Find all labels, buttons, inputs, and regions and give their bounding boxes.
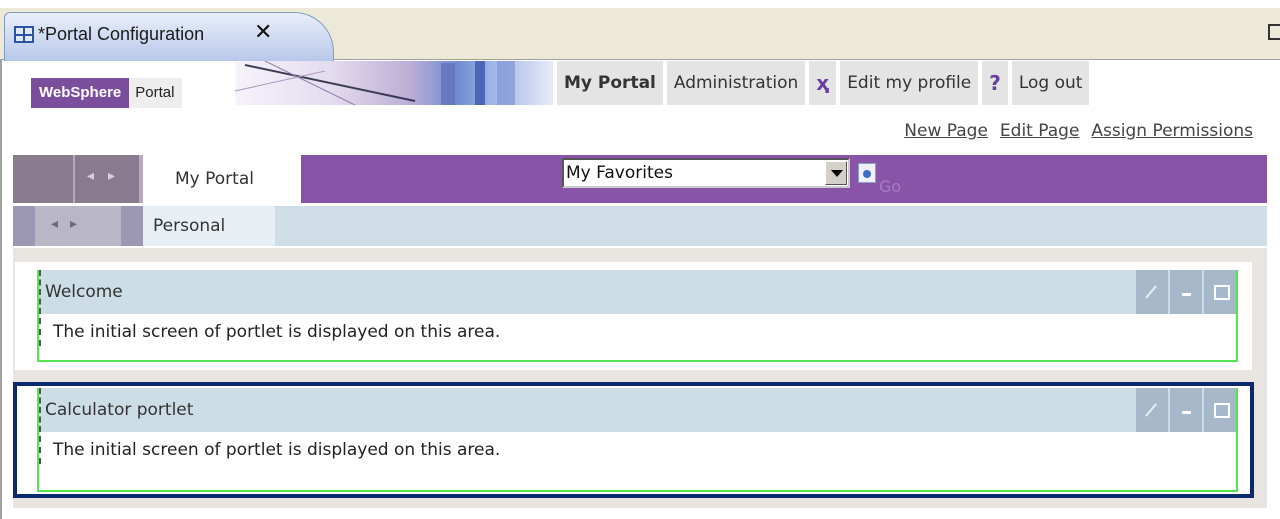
portlet-title: Welcome <box>45 282 123 302</box>
portal-header: WebSphere Portal My Portal Administratio… <box>13 61 1267 151</box>
portlet-body-text: The initial screen of portlet is display… <box>39 318 500 346</box>
portlet-body-text: The initial screen of portlet is display… <box>39 436 500 464</box>
help-icon[interactable]: ? <box>989 71 1001 95</box>
go-icon[interactable] <box>858 163 876 183</box>
wrench-icon-cell[interactable]: ҳ <box>809 61 837 105</box>
arrows-block-right <box>121 206 143 246</box>
editor-tab-title: *Portal Configuration <box>38 24 205 44</box>
sub-navigation-bar: ◂▸ Personal <box>13 206 1267 246</box>
top-navigation: My Portal Administration ҳ Edit my profi… <box>553 61 1090 105</box>
websphere-portal-logo: WebSphere Portal <box>31 78 183 108</box>
arrows-separator <box>73 155 75 203</box>
subpage-scroll-arrows[interactable]: ◂▸ <box>13 206 143 246</box>
portlet-title-bar: Calculator portlet <box>39 388 1236 432</box>
tab-personal[interactable]: Personal <box>143 206 275 246</box>
favorites-select[interactable]: My Favorites <box>562 158 850 188</box>
editor-tab-strip: *Portal Configuration ✕ <box>0 0 1280 61</box>
assign-permissions-link[interactable]: Assign Permissions <box>1091 121 1253 141</box>
portlet-controls <box>1134 270 1236 314</box>
logo-websphere-text: WebSphere <box>31 78 130 108</box>
portlet-welcome[interactable]: Welcome The initial screen of portlet is… <box>13 260 1254 372</box>
minimize-icon[interactable] <box>1170 270 1202 314</box>
edit-icon[interactable] <box>1136 270 1168 314</box>
portlet-title: Calculator portlet <box>45 400 194 420</box>
portlet-frame: Calculator portlet The initial screen of… <box>37 388 1238 492</box>
nav-edit-my-profile[interactable]: Edit my profile <box>840 61 979 105</box>
scroll-left-right-icon[interactable]: ◂▸ <box>87 168 129 184</box>
top-line <box>0 0 1280 8</box>
editor-left-border <box>0 60 2 519</box>
portlet-controls <box>1134 388 1236 432</box>
page-action-links: New Page Edit Page Assign Permissions <box>892 121 1253 141</box>
help-icon-cell[interactable]: ? <box>982 61 1008 105</box>
page-navigation-bar: ◂▸ My Portal My Favorites Go <box>13 155 1267 203</box>
maximize-icon[interactable] <box>1204 270 1236 314</box>
nav-log-out[interactable]: Log out <box>1011 61 1090 105</box>
edit-icon[interactable] <box>1136 388 1168 432</box>
wrench-icon[interactable]: ҳ <box>816 71 829 95</box>
banner-graphic <box>235 61 515 105</box>
favorites-select-value: My Favorites <box>566 163 673 183</box>
scroll-left-right-icon[interactable]: ◂▸ <box>51 216 89 232</box>
minimize-icon[interactable] <box>1170 388 1202 432</box>
tab-my-portal[interactable]: My Portal <box>143 155 301 203</box>
new-page-link[interactable]: New Page <box>904 121 988 141</box>
portlet-title-bar: Welcome <box>39 270 1236 314</box>
nav-administration[interactable]: Administration <box>666 61 806 105</box>
logo-portal-text: Portal <box>129 78 183 108</box>
dropdown-arrow-icon[interactable] <box>825 161 847 185</box>
maximize-icon[interactable] <box>1204 388 1236 432</box>
close-icon[interactable]: ✕ <box>254 20 272 45</box>
header-banner <box>235 61 553 105</box>
arrows-block-left <box>13 206 35 246</box>
edit-page-link[interactable]: Edit Page <box>1000 121 1079 141</box>
portlet-calculator[interactable]: Calculator portlet The initial screen of… <box>13 382 1254 498</box>
go-button[interactable]: Go <box>879 177 901 196</box>
portlet-frame: Welcome The initial screen of portlet is… <box>37 270 1238 362</box>
maximize-icon[interactable] <box>1268 24 1280 40</box>
page-scroll-arrows[interactable]: ◂▸ <box>13 155 143 203</box>
nav-my-portal[interactable]: My Portal <box>557 61 663 105</box>
portal-layout-icon <box>14 26 34 43</box>
